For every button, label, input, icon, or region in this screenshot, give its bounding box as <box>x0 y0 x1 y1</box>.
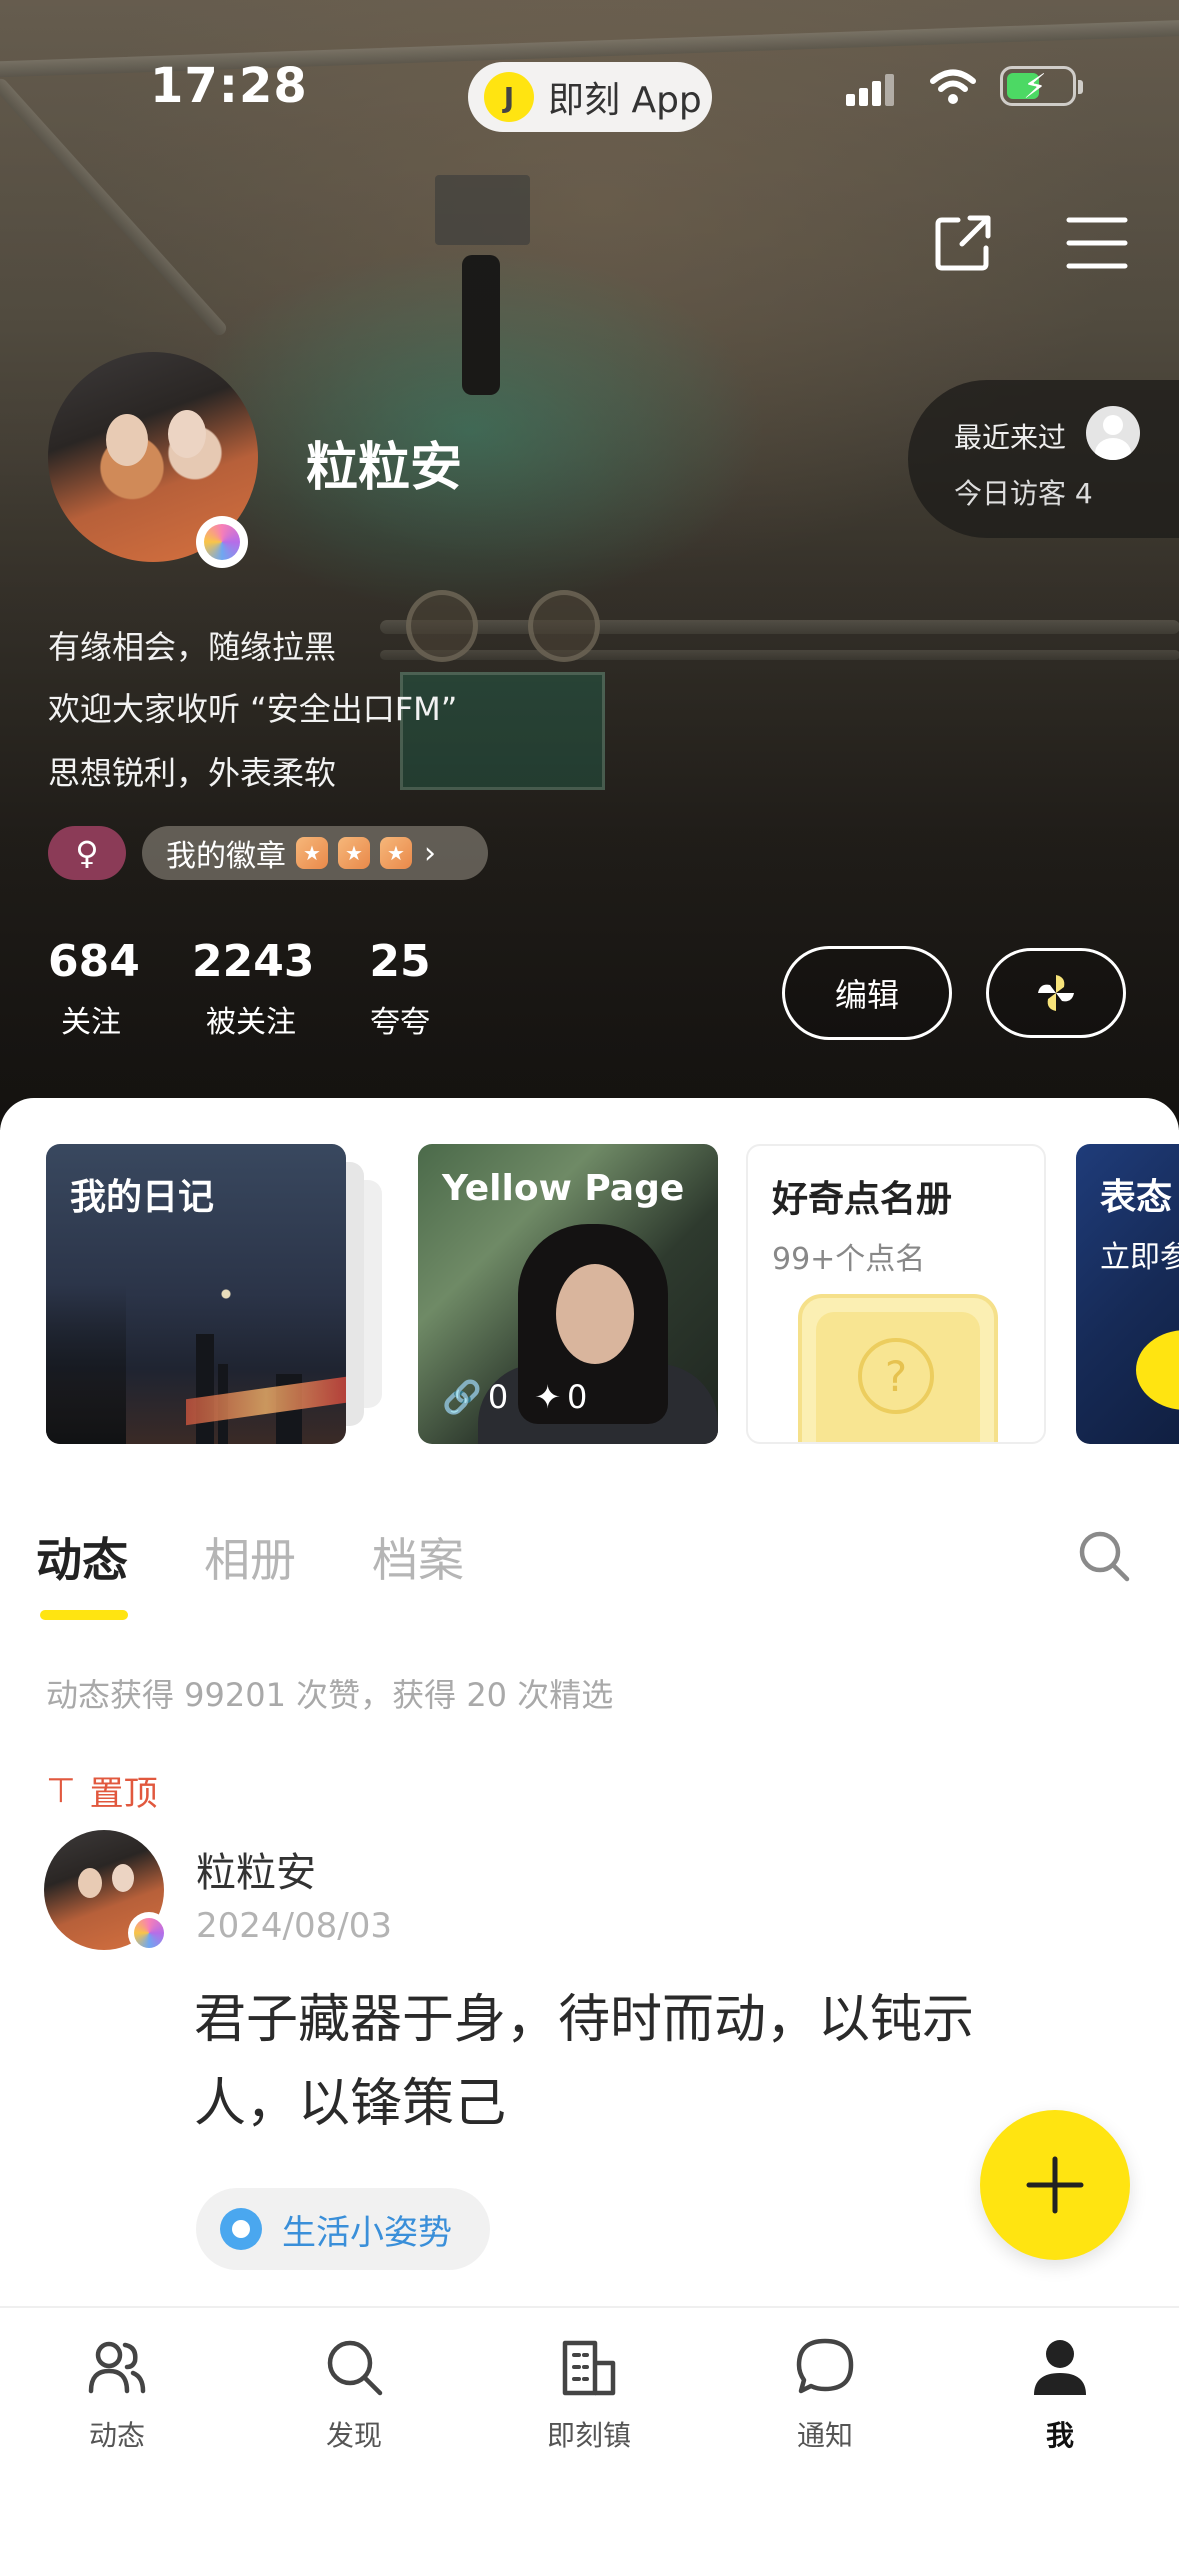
visitor-avatar <box>1086 406 1140 460</box>
avatar-verified-badge-icon <box>196 516 248 568</box>
battery-icon: ⚡ <box>1000 66 1083 107</box>
topic-tag-label: 生活小姿势 <box>282 2212 452 2253</box>
nav-notifications[interactable]: 通知 <box>760 2332 890 2454</box>
post-author-name[interactable]: 粒粒安 <box>196 1840 316 1898</box>
pinned-label: ⊤ 置顶 <box>46 1766 158 1815</box>
topic-circle-icon <box>220 2208 262 2250</box>
post-text[interactable]: 君子藏器于身，待时而动，以钝示人，以锋策己 <box>194 1978 1074 2146</box>
people-icon <box>82 2332 152 2402</box>
yellow-page-stars-count: 0 <box>567 1378 588 1416</box>
card-my-diary-title: 我的日记 <box>70 1177 215 1218</box>
jike-logo-icon: J <box>484 72 534 122</box>
bio-line: 欢迎大家收听 “安全出口FM” <box>48 690 458 728</box>
chat-bubble-icon <box>790 2332 860 2402</box>
recent-visitors-panel[interactable]: 最近来过 今日访客 4 <box>908 380 1179 538</box>
nav-feed-label: 动态 <box>88 2419 145 2452</box>
bio-line: 思想锐利，外表柔软 <box>48 754 337 792</box>
badge-star-icon: ★ <box>296 837 328 869</box>
today-visitors-count: 今日访客 4 <box>954 477 1093 510</box>
nav-discover-label: 发现 <box>325 2419 382 2452</box>
pinwheel-button[interactable] <box>986 948 1126 1038</box>
app-pill-label: 即刻 App <box>548 80 702 121</box>
yellow-page-stats: 🔗 0 ✦ 0 <box>442 1378 587 1416</box>
pin-icon: ⊤ <box>46 1770 76 1811</box>
search-icon <box>319 2332 389 2402</box>
nav-notifications-label: 通知 <box>796 2419 853 2452</box>
person-icon <box>1025 2332 1095 2402</box>
topic-tag[interactable]: 生活小姿势 <box>196 2188 490 2270</box>
chevron-right-icon: › <box>424 835 436 871</box>
wifi-icon <box>930 68 976 106</box>
search-icon[interactable] <box>1076 1528 1132 1584</box>
back-to-app-pill[interactable]: J 即刻 App <box>468 62 712 132</box>
card-biaotai-title: 表态 <box>1100 1177 1173 1218</box>
stat-followers[interactable]: 2243 被关注 <box>192 936 315 1041</box>
sparkle-icon: ✦ <box>534 1378 562 1416</box>
posts-summary: 动态获得 99201 次赞，获得 20 次精选 <box>46 1676 614 1714</box>
tab-archive[interactable]: 档案 <box>372 1524 464 1590</box>
link-icon: 🔗 <box>442 1378 482 1416</box>
pinned-text: 置顶 <box>89 1774 158 1814</box>
my-badges-button[interactable]: 我的徽章 ★ ★ ★ › <box>142 826 488 880</box>
my-badges-label: 我的徽章 <box>166 839 286 874</box>
card-biaotai-subtitle: 立即参 <box>1100 1240 1179 1275</box>
card-my-diary[interactable]: 我的日记 <box>46 1144 346 1444</box>
tab-album[interactable]: 相册 <box>204 1524 296 1590</box>
gender-female-icon: ♀ <box>48 826 126 880</box>
post-avatar-badge-icon <box>128 1912 170 1954</box>
nav-feed[interactable]: 动态 <box>52 2332 182 2454</box>
stat-praise-label: 夸夸 <box>370 1005 430 1040</box>
card-curiosity-title: 好奇点名册 <box>772 1179 953 1220</box>
share-icon[interactable] <box>928 208 998 278</box>
stat-following[interactable]: 684 关注 <box>48 936 140 1041</box>
nav-discover[interactable]: 发现 <box>289 2332 419 2454</box>
stat-followers-count: 2243 <box>192 936 315 987</box>
lightbulb-ticket-icon: ? <box>798 1294 998 1442</box>
town-icon <box>554 2332 624 2402</box>
nav-me[interactable]: 我 <box>995 2332 1125 2454</box>
yellow-page-links-count: 0 <box>487 1378 509 1416</box>
bio-line: 有缘相会，随缘拉黑 <box>48 628 337 666</box>
stat-praise[interactable]: 25 夸夸 <box>366 936 434 1041</box>
card-yellow-page-title: Yellow Page <box>442 1168 685 1209</box>
stat-following-count: 684 <box>48 936 140 987</box>
card-yellow-page[interactable]: Yellow Page 🔗 0 ✦ 0 <box>418 1144 718 1444</box>
post-date: 2024/08/03 <box>196 1906 392 1946</box>
card-curiosity-roll[interactable]: 好奇点名册 99+个点名 ? <box>746 1144 1046 1444</box>
create-post-button[interactable] <box>980 2110 1130 2260</box>
card-curiosity-subtitle: 99+个点名 <box>772 1242 926 1277</box>
status-time: 17:28 <box>150 58 308 114</box>
card-biaotai[interactable]: 表态 立即参 <box>1076 1144 1179 1444</box>
stat-praise-count: 25 <box>369 936 431 987</box>
stat-followers-label: 被关注 <box>206 1005 296 1040</box>
edit-profile-button[interactable]: 编辑 <box>782 946 952 1040</box>
stat-following-label: 关注 <box>61 1005 121 1040</box>
cellular-signal-icon <box>846 72 896 106</box>
menu-icon[interactable] <box>1062 208 1132 278</box>
nav-town-label: 即刻镇 <box>546 2419 631 2452</box>
recent-visitors-label: 最近来过 <box>954 421 1067 454</box>
badge-star-icon: ★ <box>380 837 412 869</box>
profile-nickname: 粒粒安 <box>306 438 463 498</box>
plus-icon <box>1026 2156 1084 2214</box>
active-tab-indicator <box>40 1610 128 1620</box>
tab-posts[interactable]: 动态 <box>36 1524 128 1590</box>
pinwheel-icon <box>1038 975 1074 1011</box>
nav-town[interactable]: 即刻镇 <box>524 2332 654 2454</box>
biaotai-yellow-circle <box>1136 1330 1179 1410</box>
badge-star-icon: ★ <box>338 837 370 869</box>
nav-me-label: 我 <box>1045 2419 1074 2452</box>
